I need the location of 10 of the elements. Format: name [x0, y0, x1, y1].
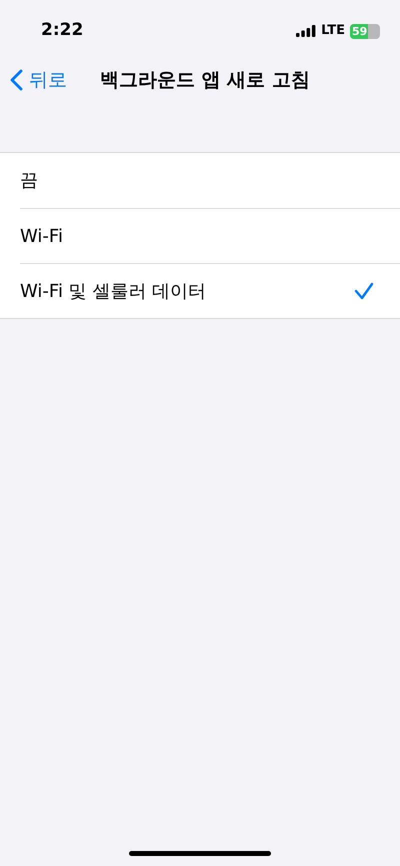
page-title: 백그라운드 앱 새로 고침 [100, 68, 310, 93]
option-row[interactable]: 끔 [20, 153, 400, 208]
chevron-left-icon [10, 69, 23, 91]
option-row[interactable]: Wi-Fi 및 셀룰러 데이터 [20, 263, 400, 318]
status-time: 2:22 [41, 19, 84, 42]
battery-indicator: 59 [350, 24, 380, 38]
network-label: LTE [321, 22, 345, 40]
option-row[interactable]: Wi-Fi [20, 208, 400, 263]
back-button[interactable]: 뒤로 [10, 66, 67, 94]
signal-icon [296, 25, 316, 37]
